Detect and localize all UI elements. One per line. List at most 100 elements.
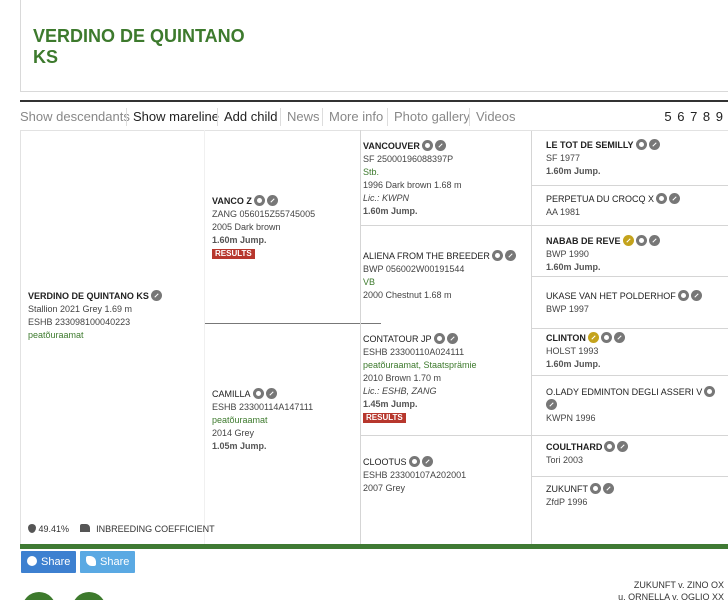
edit-icon[interactable]: [669, 193, 681, 204]
star-award-icon[interactable]: [622, 235, 634, 246]
round-button[interactable]: [22, 592, 56, 600]
edit-icon[interactable]: [603, 483, 614, 494]
horse-name[interactable]: CONTATOUR JP: [363, 334, 432, 344]
horse-name[interactable]: VANCO Z: [212, 196, 252, 206]
family-icon[interactable]: [635, 235, 647, 246]
family-icon[interactable]: [252, 388, 264, 399]
horse-info: BWP 1990: [546, 249, 589, 259]
horse-name[interactable]: NABAB DE REVE: [546, 236, 621, 246]
family-icon[interactable]: [677, 290, 689, 301]
horse-name[interactable]: VANCOUVER: [363, 141, 420, 151]
family-icon[interactable]: [253, 195, 265, 206]
generation-selector[interactable]: 5 6 7 8 9: [664, 109, 724, 124]
grid-line: [531, 276, 728, 277]
star-award-icon[interactable]: [587, 332, 599, 343]
horse-studbook: peatõuraamat: [212, 415, 268, 425]
tab-news[interactable]: News: [287, 109, 320, 124]
ancestor-g3-1[interactable]: LE TOT DE SEMILLY SF 1977 1.60m Jump.: [546, 139, 660, 178]
horse-sport: 1.60m Jump.: [546, 262, 601, 272]
edit-icon[interactable]: [421, 456, 433, 467]
horse-name[interactable]: CLOOTUS: [363, 457, 407, 467]
horse-name[interactable]: VERDINO DE QUINTANO KS: [28, 291, 149, 301]
horse-reg: ESHB 23300107A202001: [363, 470, 467, 480]
twitter-share-button[interactable]: Share: [80, 551, 136, 573]
results-badge[interactable]: RESULTS: [363, 413, 406, 423]
tab-photo-gallery[interactable]: Photo gallery: [394, 109, 470, 124]
family-icon[interactable]: [656, 193, 668, 204]
family-icon[interactable]: [433, 333, 445, 344]
grid-line: [531, 131, 532, 546]
grid-line: [531, 375, 728, 376]
edit-icon[interactable]: [648, 139, 660, 150]
tab-show-descendants[interactable]: Show descendants: [20, 109, 130, 124]
ancestor-g3-5[interactable]: CLINTON HOLST 1993 1.60m Jump.: [546, 332, 625, 371]
family-icon[interactable]: [600, 332, 612, 343]
tab-show-mareline[interactable]: Show mareline: [133, 109, 219, 124]
ancestor-g3-4[interactable]: UKASE VAN HET POLDERHOF BWP 1997: [546, 290, 702, 316]
horse-name[interactable]: ZUKUNFT: [546, 484, 588, 494]
family-icon[interactable]: [604, 441, 616, 452]
horse-info: Tori 2003: [546, 455, 584, 465]
horse-name[interactable]: O.LADY EDMINTON DEGLI ASSERI V: [546, 387, 702, 397]
edit-icon[interactable]: [613, 332, 625, 343]
tab-separator: [387, 108, 388, 126]
edit-icon[interactable]: [446, 333, 458, 344]
dam[interactable]: CAMILLA ESHB 23300114A147111 peatõuraama…: [212, 388, 313, 453]
horse-reg: BWP 056002W00191544: [363, 264, 465, 274]
sire[interactable]: VANCO Z ZANG 056015Z55745005 2005 Dark b…: [212, 195, 315, 260]
tab-separator: [217, 108, 218, 126]
grid-line: [531, 185, 728, 186]
tab-more-info[interactable]: More info: [329, 109, 383, 124]
sire-dam[interactable]: ALIENA FROM THE BREEDER BWP 056002W00191…: [363, 250, 516, 302]
subject-horse[interactable]: VERDINO DE QUINTANO KS Stallion 2021 Gre…: [28, 290, 162, 342]
round-button[interactable]: [72, 592, 106, 600]
family-icon[interactable]: [421, 140, 433, 151]
ancestor-g3-2[interactable]: PERPETUA DU CROCQ X AA 1981: [546, 193, 681, 219]
horse-name[interactable]: COULTHARD: [546, 442, 602, 452]
family-icon[interactable]: [491, 250, 503, 261]
edit-icon[interactable]: [434, 140, 446, 151]
horse-title: VERDINO DE QUINTANO KS: [33, 26, 245, 67]
dam-dam[interactable]: CLOOTUS ESHB 23300107A202001 2007 Grey: [363, 456, 466, 495]
tab-separator: [280, 108, 281, 126]
edit-icon[interactable]: [617, 441, 629, 452]
family-icon[interactable]: [635, 139, 647, 150]
horse-name[interactable]: LE TOT DE SEMILLY: [546, 140, 634, 150]
family-icon[interactable]: [408, 456, 420, 467]
inbreeding-label[interactable]: INBREEDING COEFFICIENT: [96, 524, 215, 534]
tab-videos[interactable]: Videos: [476, 109, 516, 124]
horse-icon: [79, 524, 90, 532]
edit-icon[interactable]: [546, 399, 557, 410]
sire-sire[interactable]: VANCOUVER SF 25000196088397P Stb. 1996 D…: [363, 140, 462, 218]
family-icon[interactable]: [704, 386, 716, 397]
edit-icon[interactable]: [150, 290, 162, 301]
edit-icon[interactable]: [266, 195, 278, 206]
horse-licence: Lic.: ESHB, ZANG: [363, 386, 437, 396]
ancestor-g3-8[interactable]: ZUKUNFT ZfdP 1996: [546, 483, 614, 509]
horse-name[interactable]: PERPETUA DU CROCQ X: [546, 194, 654, 204]
horse-name[interactable]: CAMILLA: [212, 389, 251, 399]
ancestor-g3-6[interactable]: O.LADY EDMINTON DEGLI ASSERI V KWPN 1996: [546, 386, 716, 425]
horse-name[interactable]: ALIENA FROM THE BREEDER: [363, 251, 490, 261]
ancestor-g3-3[interactable]: NABAB DE REVE BWP 1990 1.60m Jump.: [546, 235, 660, 274]
facebook-icon: [27, 556, 37, 566]
facebook-share-button[interactable]: Share: [21, 551, 77, 573]
edit-icon[interactable]: [690, 290, 702, 301]
horse-studbook: Stb.: [363, 167, 380, 177]
dam-sire[interactable]: CONTATOUR JP ESHB 23300110A024111 peatõu…: [363, 333, 477, 424]
grid-line: [204, 130, 205, 545]
edit-icon[interactable]: [504, 250, 516, 261]
horse-name[interactable]: UKASE VAN HET POLDERHOF: [546, 291, 676, 301]
tab-add-child[interactable]: Add child: [224, 109, 277, 124]
results-badge[interactable]: RESULTS: [212, 249, 255, 259]
grid-line: [361, 435, 728, 436]
ancestor-g3-7[interactable]: COULTHARD Tori 2003: [546, 441, 629, 467]
horse-licence: Lic.: KWPN: [363, 193, 410, 203]
grid-line: [360, 130, 361, 545]
horse-name[interactable]: CLINTON: [546, 333, 586, 343]
family-icon[interactable]: [590, 483, 601, 494]
edit-icon[interactable]: [648, 235, 660, 246]
horse-info: AA 1981: [546, 207, 581, 217]
edit-icon[interactable]: [265, 388, 277, 399]
grid-line: [205, 323, 381, 324]
